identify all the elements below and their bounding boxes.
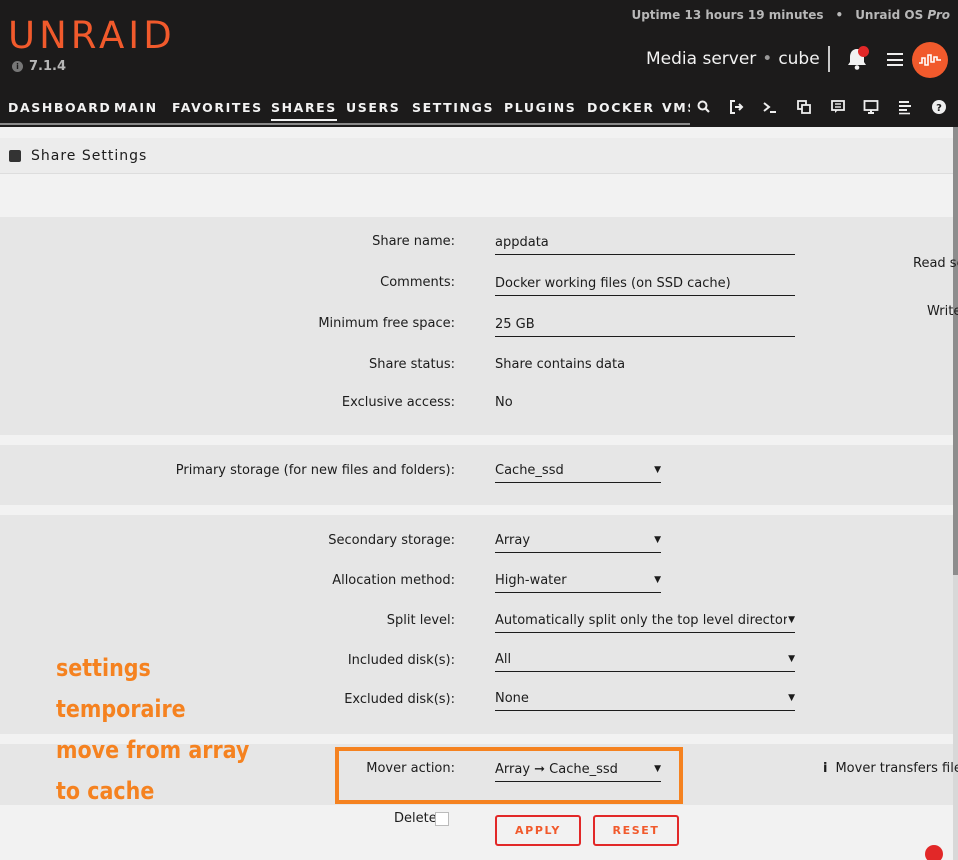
primary-storage-label: Primary storage (for new files and folde…: [175, 463, 455, 478]
secondary-storage-value: Array: [495, 533, 531, 548]
share-name-label: Share name:: [372, 234, 455, 249]
delete-checkbox[interactable]: [435, 812, 449, 826]
avatar[interactable]: [912, 42, 948, 78]
excluded-disks-select[interactable]: None ▼: [495, 685, 795, 711]
os-label: Unraid OS: [855, 8, 924, 22]
scrollbar-thumb[interactable]: [953, 127, 958, 575]
uptime-status: Uptime 13 hours 19 minutes • Unraid OS Pro: [631, 8, 950, 22]
terminal-icon[interactable]: [762, 99, 778, 115]
annotation-highlight-box: [335, 747, 683, 804]
tab-settings[interactable]: SETTINGS: [412, 100, 494, 115]
write-settings-label: Write: [927, 304, 958, 319]
tab-users[interactable]: USERS: [346, 100, 400, 115]
primary-storage-panel: Primary storage (for new files and folde…: [0, 445, 953, 505]
annotation-line: temporaire: [56, 695, 186, 723]
section-title-bar: Share Settings: [0, 138, 953, 174]
share-name-input[interactable]: appdata: [495, 229, 795, 255]
os-edition: Pro: [927, 8, 950, 22]
delete-label: Delete: [394, 811, 437, 826]
reset-button[interactable]: RESET: [593, 815, 679, 846]
logout-icon[interactable]: [729, 99, 745, 115]
min-free-space-label: Minimum free space:: [318, 316, 455, 331]
apply-button[interactable]: APPLY: [495, 815, 581, 846]
exclusive-access-label: Exclusive access:: [341, 395, 455, 410]
allocation-method-select[interactable]: High-water ▼: [495, 567, 661, 593]
menu-icon[interactable]: [887, 53, 903, 66]
page-title: Share Settings: [31, 148, 148, 164]
excluded-disks-value: None: [495, 691, 529, 706]
chevron-down-icon: ▼: [788, 693, 795, 703]
top-header: UNRAID i 7.1.4 Uptime 13 hours 19 minute…: [0, 0, 958, 127]
uptime-label: Uptime 13 hours 19 minutes: [631, 8, 824, 22]
annotation-note: settings temporaire move from array to c…: [56, 648, 249, 812]
feedback-icon[interactable]: [830, 99, 846, 115]
primary-storage-select[interactable]: Cache_ssd ▼: [495, 457, 661, 483]
server-identity: Media server • cube: [646, 49, 820, 69]
chevron-down-icon: ▼: [654, 575, 661, 585]
search-icon[interactable]: [696, 99, 712, 115]
unraid-logo[interactable]: UNRAID: [8, 14, 176, 57]
min-free-space-input[interactable]: 25 GB: [495, 311, 795, 337]
excluded-disks-label: Excluded disk(s):: [344, 692, 455, 707]
header-divider: [828, 46, 830, 72]
secondary-storage-label: Secondary storage:: [328, 533, 455, 548]
share-status-label: Share status:: [369, 357, 455, 372]
share-info-panel: Share name: appdata Comments: Docker wor…: [0, 217, 958, 435]
included-disks-select[interactable]: All ▼: [495, 646, 795, 672]
page-scrollbar[interactable]: [953, 127, 958, 860]
secondary-storage-select[interactable]: Array ▼: [495, 527, 661, 553]
log-icon[interactable]: [897, 99, 913, 115]
chevron-down-icon: ▼: [654, 465, 661, 475]
share-status-value: Share contains data: [495, 357, 626, 372]
status-dot: [925, 845, 943, 860]
notification-badge: [858, 46, 869, 57]
annotation-line: to cache: [56, 777, 155, 805]
info-icon: i: [12, 61, 23, 72]
tab-plugins[interactable]: PLUGINS: [504, 100, 576, 115]
tab-dashboard[interactable]: DASHBOARD: [8, 100, 111, 115]
tab-shares[interactable]: SHARES: [271, 100, 337, 121]
version-label: 7.1.4: [29, 59, 67, 74]
monitor-icon[interactable]: [863, 99, 879, 115]
info-icon: i: [823, 761, 828, 776]
split-level-value: Automatically split only the top level d…: [495, 613, 787, 628]
allocation-method-value: High-water: [495, 573, 567, 588]
server-description: cube: [778, 49, 820, 69]
tab-docker[interactable]: DOCKER: [587, 100, 655, 115]
copy-icon[interactable]: [796, 99, 812, 115]
exclusive-access-value: No: [495, 395, 513, 410]
read-settings-label: Read se: [913, 256, 958, 271]
mover-info: i Mover transfers files: [823, 761, 958, 776]
svg-text:?: ?: [936, 103, 942, 114]
included-disks-label: Included disk(s):: [347, 653, 455, 668]
allocation-method-label: Allocation method:: [332, 573, 455, 588]
server-name: Media server: [646, 49, 757, 69]
chevron-down-icon: ▼: [654, 535, 661, 545]
tab-main[interactable]: MAIN: [114, 100, 158, 115]
comments-input[interactable]: Docker working files (on SSD cache): [495, 270, 795, 296]
chevron-down-icon: ▼: [788, 615, 795, 625]
split-level-select[interactable]: Automatically split only the top level d…: [495, 607, 795, 633]
annotation-line: settings: [56, 654, 151, 682]
share-icon: [9, 150, 21, 162]
version-info[interactable]: i 7.1.4: [12, 59, 66, 74]
tab-favorites[interactable]: FAVORITES: [172, 100, 263, 115]
included-disks-value: All: [495, 652, 512, 667]
primary-storage-value: Cache_ssd: [495, 463, 564, 478]
nav-underline: [0, 123, 690, 125]
mover-info-text: Mover transfers files: [835, 761, 958, 776]
annotation-line: move from array: [56, 736, 250, 764]
notification-bell-icon[interactable]: [846, 46, 869, 71]
help-icon[interactable]: ?: [931, 99, 947, 115]
split-level-label: Split level:: [386, 613, 455, 628]
tab-vms[interactable]: VMS: [662, 100, 690, 115]
comments-label: Comments:: [380, 275, 455, 290]
chevron-down-icon: ▼: [788, 654, 795, 664]
